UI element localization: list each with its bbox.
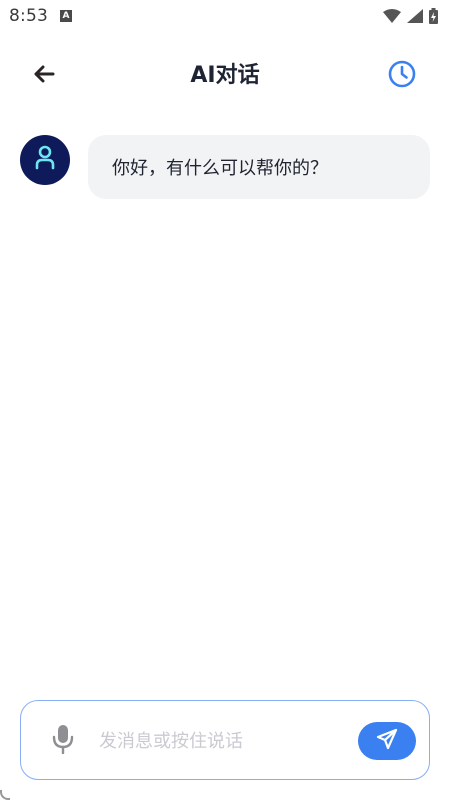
status-bar: 8:53 A — [0, 0, 450, 32]
message-row: 你好，有什么可以帮你的？ — [20, 135, 430, 199]
voice-button[interactable] — [49, 725, 77, 757]
microphone-icon — [52, 724, 74, 758]
signal-icon — [407, 9, 423, 23]
chat-screen: 8:53 A AI对话 你好，有什么可以帮你的？ 发消息或按住说话 — [0, 0, 450, 800]
history-button[interactable] — [386, 60, 418, 92]
input-bar — [20, 700, 430, 780]
status-icons — [383, 8, 438, 24]
notification-badge: A — [59, 10, 72, 22]
send-icon — [376, 728, 398, 754]
app-header: AI对话 — [0, 48, 450, 104]
battery-charging-icon — [429, 8, 438, 24]
screen-corner — [0, 790, 10, 800]
status-time: 8:53 — [9, 6, 48, 26]
send-button[interactable] — [358, 722, 416, 760]
assistant-avatar-icon — [34, 144, 56, 176]
clock-icon — [388, 60, 416, 92]
page-title: AI对话 — [190, 63, 260, 88]
wifi-icon — [383, 9, 401, 23]
avatar — [20, 135, 70, 185]
message-input[interactable] — [99, 721, 349, 761]
message-bubble: 你好，有什么可以帮你的？ — [88, 135, 430, 199]
